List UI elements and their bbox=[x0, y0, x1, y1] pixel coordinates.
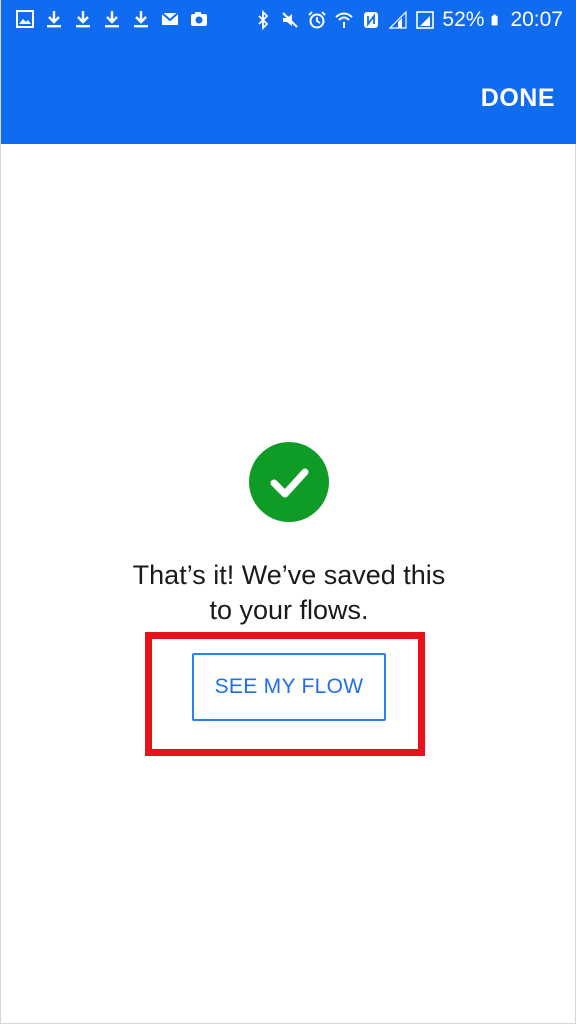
check-icon bbox=[249, 442, 329, 522]
wifi-icon bbox=[335, 12, 354, 28]
bluetooth-icon bbox=[258, 10, 269, 30]
battery-percentage: 52% bbox=[442, 8, 485, 31]
download-icon bbox=[134, 11, 148, 28]
success-message-line-1: That’s it! We’ve saved this bbox=[132, 560, 446, 590]
signal-icon bbox=[416, 11, 435, 29]
download-icon bbox=[47, 11, 61, 28]
success-message-line-2: to your flows. bbox=[209, 595, 369, 625]
download-icon bbox=[105, 11, 119, 28]
system-status: 52% 20:07 bbox=[253, 6, 563, 34]
photo-icon bbox=[191, 12, 207, 26]
success-content: That’s it! We’ve saved this to your flow… bbox=[1, 144, 576, 1024]
done-button[interactable]: DONE bbox=[481, 84, 555, 113]
image-icon bbox=[16, 10, 34, 28]
battery-icon bbox=[492, 14, 499, 26]
app-header: 52% 20:07 DONE bbox=[1, 0, 576, 144]
status-bar: 52% 20:07 bbox=[1, 0, 576, 40]
nfc-icon bbox=[364, 12, 379, 28]
mute-icon bbox=[282, 12, 299, 28]
status-time: 20:07 bbox=[510, 8, 563, 31]
notification-icons bbox=[15, 9, 209, 29]
alarm-icon bbox=[308, 11, 327, 29]
download-icon bbox=[76, 11, 90, 28]
app-screen: 52% 20:07 DONE That’s it! We’ve saved th… bbox=[0, 0, 576, 1024]
see-my-flow-button[interactable]: SEE MY FLOW bbox=[192, 653, 386, 721]
success-message: That’s it! We’ve saved this to your flow… bbox=[89, 558, 489, 628]
signal-icon bbox=[388, 10, 408, 29]
email-icon bbox=[161, 12, 179, 25]
